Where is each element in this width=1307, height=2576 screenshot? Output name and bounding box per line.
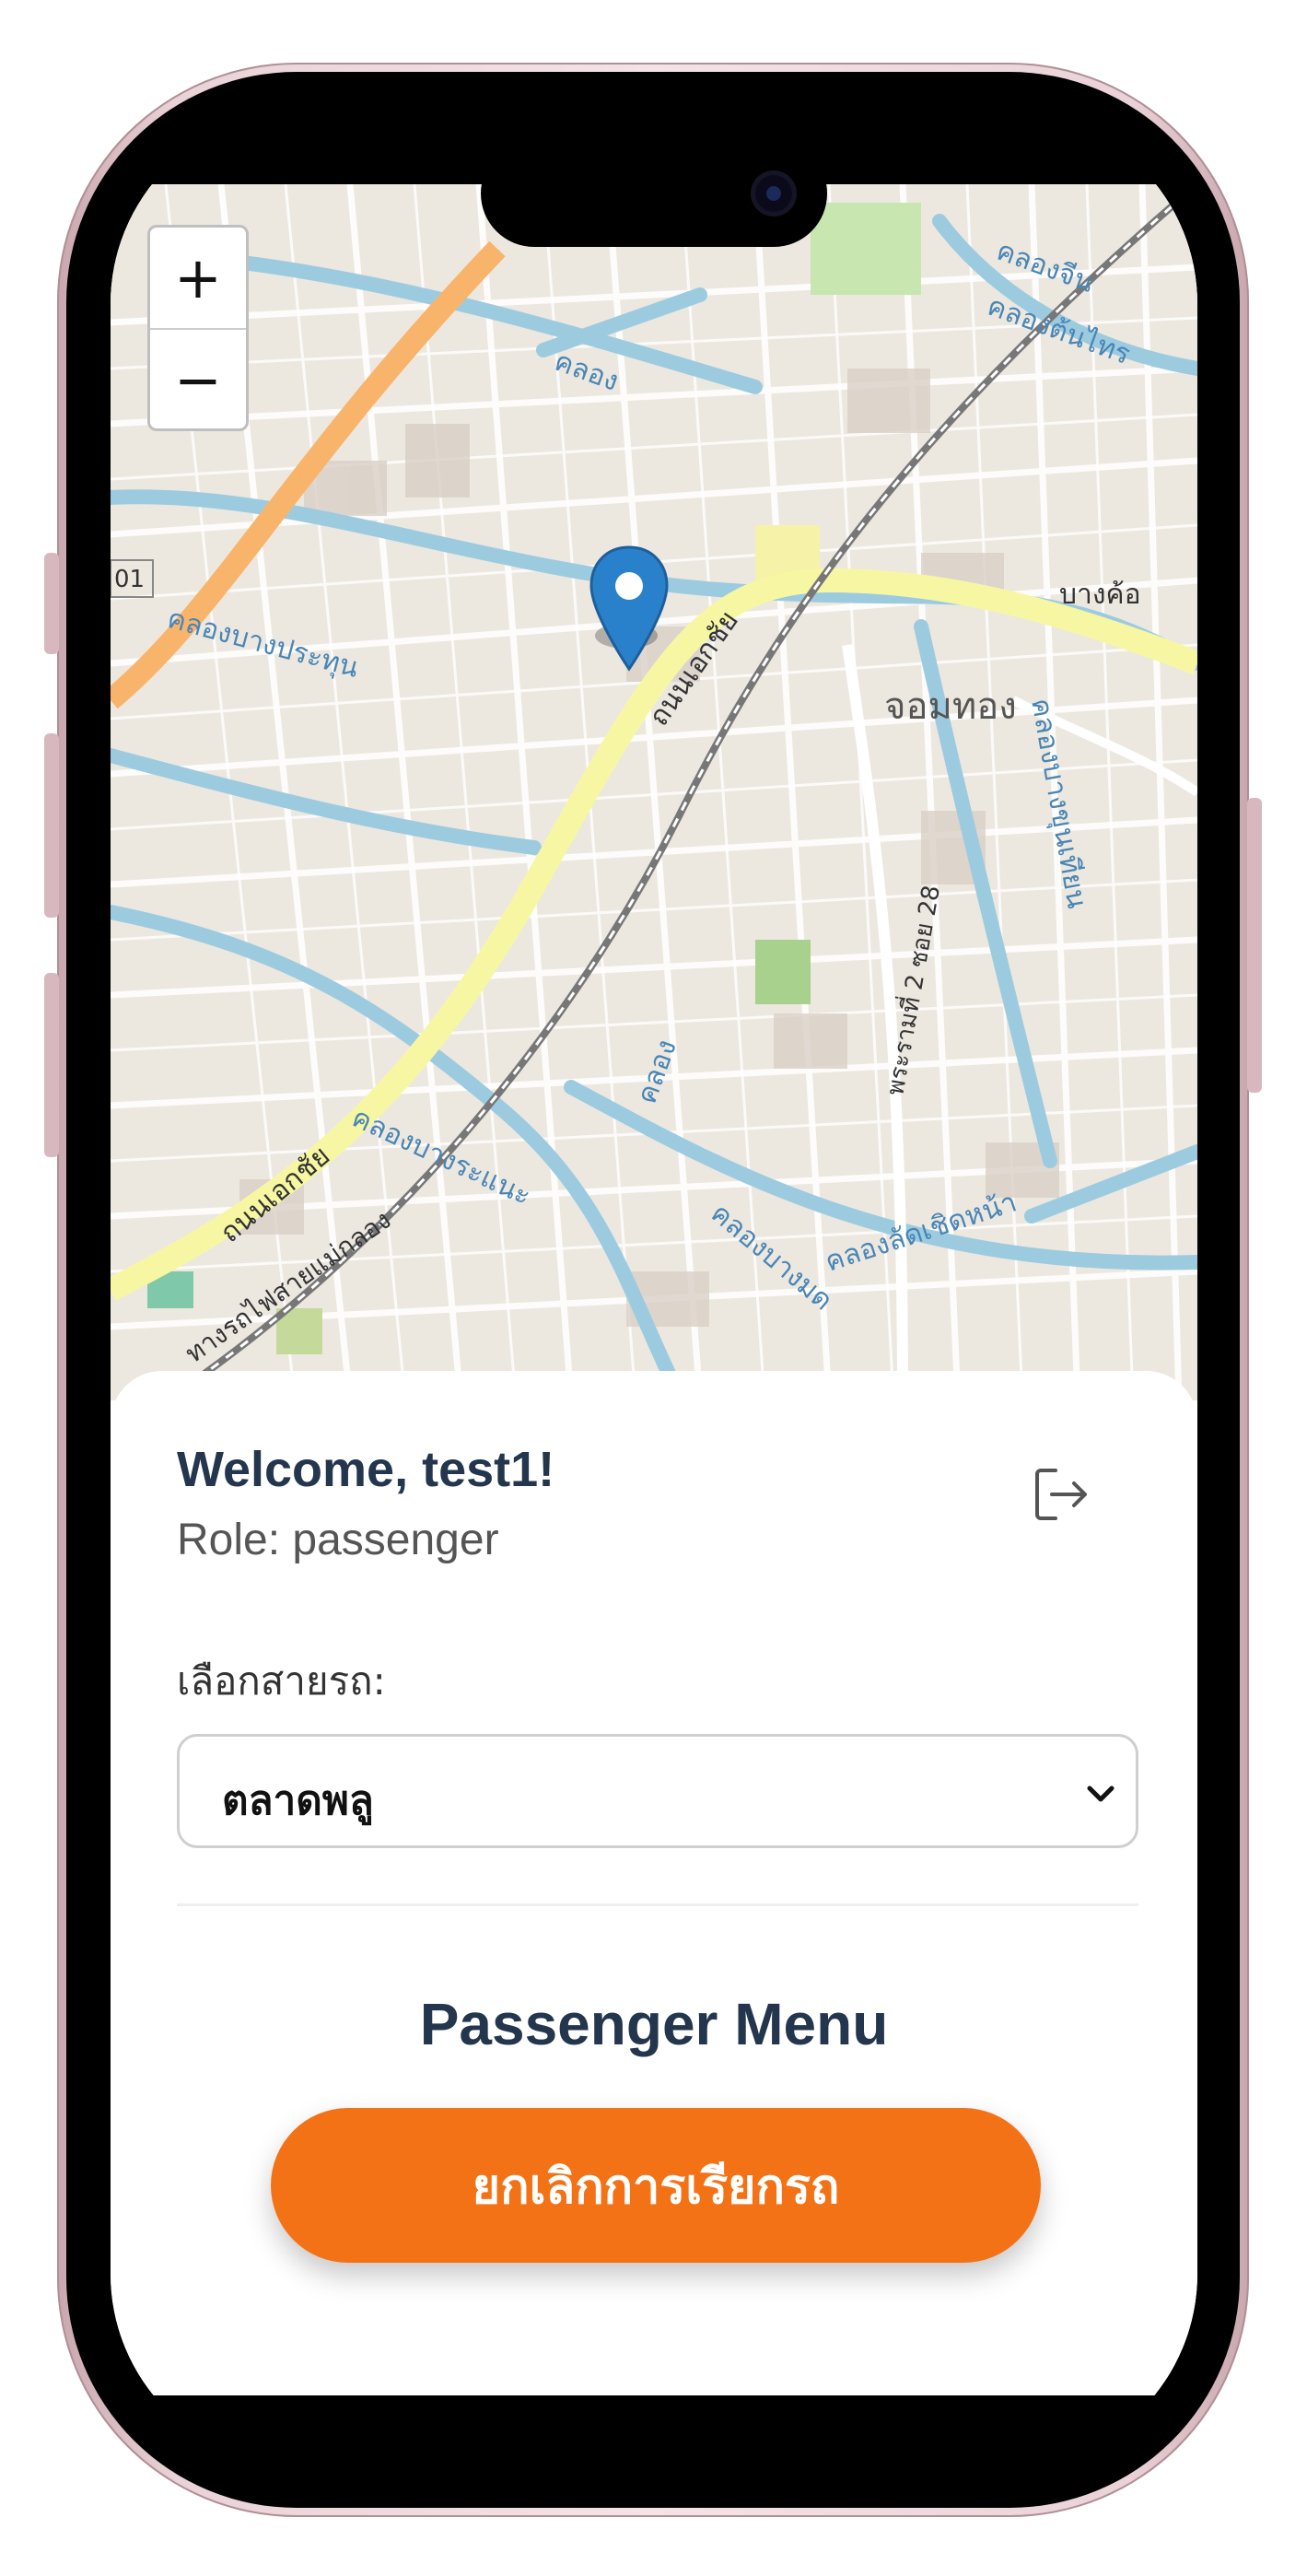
volume-down-button [44, 973, 59, 1157]
chevron-down-icon [1087, 1786, 1114, 1802]
camera-icon [755, 175, 792, 212]
action-button [44, 553, 59, 654]
zoom-out-button[interactable]: − [150, 328, 246, 430]
route-select-label: เลือกสายรถ: [177, 1658, 386, 1704]
dynamic-island [481, 140, 827, 247]
zoom-control: + − [147, 225, 249, 431]
divider [177, 1903, 1138, 1906]
map-view[interactable]: คลองจีน คลองต้นไทร คลองบางประทุน คลองบาง… [111, 184, 1197, 1400]
location-pin-icon[interactable] [588, 544, 671, 673]
passenger-panel: Welcome, test1! Role: passenger เลือกสาย… [111, 1371, 1197, 2395]
role-text: Role: passenger [177, 1516, 499, 1564]
menu-title: Passenger Menu [419, 1991, 889, 2057]
welcome-heading: Welcome, test1! [177, 1442, 555, 1497]
map-label: จอมทอง [884, 685, 1017, 728]
map-label: 01 [114, 566, 145, 593]
app-content: คลองจีน คลองต้นไทร คลองบางประทุน คลองบาง… [111, 184, 1197, 2395]
volume-up-button [44, 733, 59, 918]
route-select[interactable]: ตลาดพลู [177, 1734, 1138, 1848]
cancel-ride-button[interactable]: ยกเลิกการเรียกรถ [271, 2108, 1041, 2263]
map-label: บางค้อ [1059, 579, 1141, 611]
map-tiles: คลองจีน คลองต้นไทร คลองบางประทุน คลองบาง… [111, 184, 1197, 1400]
logout-icon[interactable] [1028, 1461, 1094, 1528]
phone-screen: คลองจีน คลองต้นไทร คลองบางประทุน คลองบาง… [111, 111, 1197, 2467]
route-select-value: ตลาดพลู [222, 1777, 374, 1824]
zoom-in-button[interactable]: + [150, 228, 246, 328]
power-button [1247, 798, 1262, 1093]
